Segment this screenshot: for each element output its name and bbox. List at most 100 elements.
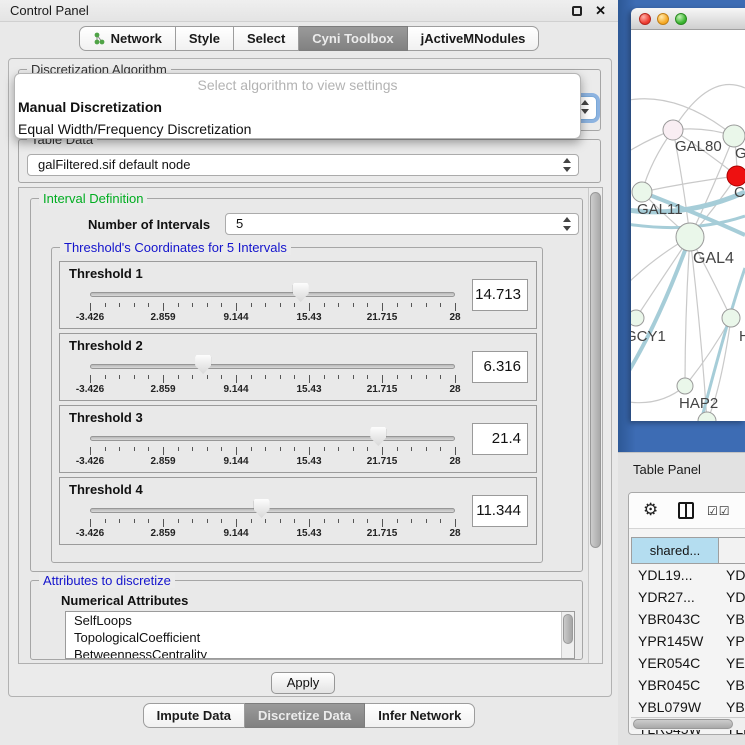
network-node-gcy1[interactable] bbox=[631, 310, 644, 326]
dropdown-item-manual-discretization[interactable]: Manual Discretization bbox=[15, 96, 580, 118]
table-row[interactable]: YDL19...YDL1 bbox=[631, 564, 745, 586]
node-table: shared...naYDL19...YDL1YDR27...YDR2YBR04… bbox=[631, 537, 745, 735]
network-edge bbox=[685, 318, 731, 386]
column-header[interactable]: na bbox=[719, 537, 745, 564]
cyni-toolbox-panel: Discretization Algorithm Select algorith… bbox=[8, 58, 612, 697]
tab-infer-network[interactable]: Infer Network bbox=[365, 703, 475, 728]
node-label: GCY1 bbox=[631, 328, 666, 345]
column-header[interactable]: shared... bbox=[631, 537, 719, 564]
close-icon[interactable]: ✕ bbox=[595, 2, 606, 20]
network-node-ga[interactable] bbox=[723, 125, 745, 147]
dropdown-item-equal-width[interactable]: Equal Width/Frequency Discretization bbox=[15, 118, 580, 140]
table-panel-titlebar: Table Panel bbox=[618, 452, 745, 487]
tab-cyni-toolbox[interactable]: Cyni Toolbox bbox=[299, 26, 407, 51]
numerical-attributes-label: Numerical Attributes bbox=[61, 593, 188, 608]
attribute-list-item[interactable]: TopologicalCoefficient bbox=[66, 629, 574, 646]
threshold-slider-handle[interactable] bbox=[293, 283, 309, 302]
horizontal-scrollbar[interactable] bbox=[631, 717, 745, 730]
table-cell: YER0 bbox=[719, 652, 745, 674]
tab-impute-data[interactable]: Impute Data bbox=[143, 703, 245, 728]
threshold-value-field[interactable]: 14.713 bbox=[472, 279, 528, 311]
table-row[interactable]: YER054CYER0 bbox=[631, 652, 745, 674]
window-zoom-icon[interactable] bbox=[675, 13, 687, 25]
node-label: GAL80 bbox=[675, 138, 722, 155]
threshold-rows: Threshold 1-3.4262.8599.14415.4321.71528… bbox=[52, 261, 542, 549]
select-columns-checkbox-icons[interactable]: ☑☑ bbox=[707, 504, 731, 518]
node-label: GA bbox=[735, 145, 745, 162]
table-row[interactable]: YBR043CYBR0 bbox=[631, 608, 745, 630]
threshold-label: Threshold 4 bbox=[69, 482, 143, 497]
control-panel-titlebar: Control Panel ✕ bbox=[0, 0, 618, 22]
control-panel-title: Control Panel bbox=[10, 0, 89, 22]
thresholds-group: Threshold's Coordinates for 5 Intervals … bbox=[51, 247, 543, 563]
number-of-intervals-combobox[interactable]: 5 bbox=[225, 213, 579, 235]
tab-style[interactable]: Style bbox=[176, 26, 234, 51]
threshold-slider-handle[interactable] bbox=[195, 355, 211, 374]
attributes-scrollbar-thumb[interactable] bbox=[563, 614, 573, 644]
slider-tick-labels: -3.4262.8599.14415.4321.71528 bbox=[90, 312, 455, 324]
table-row[interactable]: YBR045CYBR0 bbox=[631, 674, 745, 696]
network-canvas[interactable]: GAL80GACGAL11GAL4GCY1HHAP2 bbox=[631, 30, 745, 421]
tab-label: jActiveMNodules bbox=[421, 27, 526, 50]
horizontal-scrollbar-thumb[interactable] bbox=[633, 719, 733, 729]
split-columns-icon[interactable] bbox=[678, 502, 694, 519]
threshold-value-field[interactable]: 21.4 bbox=[472, 423, 528, 455]
network-node-gal11[interactable] bbox=[632, 182, 652, 202]
table-cell: YBR0 bbox=[719, 608, 745, 630]
table-data-combobox[interactable]: galFiltered.sif default node bbox=[27, 154, 579, 176]
network-node-gal80[interactable] bbox=[663, 120, 683, 140]
dropdown-hint-item: Select algorithm to view settings bbox=[15, 74, 580, 96]
tab-discretize-data[interactable]: Discretize Data bbox=[245, 703, 365, 728]
tick-label: 9.144 bbox=[223, 384, 248, 395]
tab-label: Cyni Toolbox bbox=[312, 27, 393, 50]
tick-label: 28 bbox=[449, 384, 460, 395]
vertical-scrollbar[interactable] bbox=[588, 188, 602, 663]
threshold-value-field[interactable]: 6.316 bbox=[472, 351, 528, 383]
table-row[interactable]: YPR145WYPR1 bbox=[631, 630, 745, 652]
threshold-slider-track[interactable] bbox=[90, 508, 455, 513]
table-cell: YPR145W bbox=[631, 630, 719, 652]
threshold-slider-track[interactable] bbox=[90, 436, 455, 441]
attributes-scrollbar[interactable] bbox=[561, 612, 574, 658]
attributes-group-title: Attributes to discretize bbox=[39, 573, 175, 588]
tab-label: Select bbox=[247, 27, 285, 50]
threshold-value-field[interactable]: 11.344 bbox=[472, 495, 528, 527]
network-node-c[interactable] bbox=[727, 166, 745, 186]
network-edge bbox=[673, 85, 745, 130]
tab-network[interactable]: Network bbox=[79, 26, 176, 51]
interval-definition-title: Interval Definition bbox=[39, 191, 147, 206]
slider-ticks bbox=[90, 303, 455, 311]
slider-tick-labels: -3.4262.8599.14415.4321.71528 bbox=[90, 528, 455, 540]
combo-stepper-icon bbox=[580, 100, 589, 114]
threshold-slider-track[interactable] bbox=[90, 292, 455, 297]
threshold-3-panel: Threshold 3-3.4262.8599.14415.4321.71528… bbox=[59, 405, 537, 473]
table-row[interactable]: YDR27...YDR2 bbox=[631, 586, 745, 608]
attribute-list-item[interactable]: BetweennessCentrality bbox=[66, 646, 574, 659]
threshold-slider-handle[interactable] bbox=[254, 499, 270, 518]
network-node-hap2[interactable] bbox=[677, 378, 693, 394]
network-icon bbox=[93, 32, 106, 45]
tab-label: Discretize Data bbox=[258, 704, 351, 727]
table-row[interactable]: YBL079WYBL0 bbox=[631, 696, 745, 718]
apply-button[interactable]: Apply bbox=[271, 672, 335, 694]
threshold-slider-track[interactable] bbox=[90, 364, 455, 369]
network-node-gal4[interactable] bbox=[676, 223, 704, 251]
numerical-attributes-list[interactable]: SelfLoopsTopologicalCoefficientBetweenne… bbox=[65, 611, 575, 659]
window-close-icon[interactable] bbox=[639, 13, 651, 25]
tab-jactivemnodules[interactable]: jActiveMNodules bbox=[408, 26, 540, 51]
network-node-h[interactable] bbox=[722, 309, 740, 327]
table-cell: YDR27... bbox=[631, 586, 719, 608]
attribute-list-item[interactable]: SelfLoops bbox=[66, 612, 574, 629]
vertical-scrollbar-thumb[interactable] bbox=[590, 192, 601, 548]
tab-select[interactable]: Select bbox=[234, 26, 299, 51]
bottom-tab-bar: Impute Data Discretize Data Infer Network bbox=[0, 703, 618, 728]
tick-label: 28 bbox=[449, 312, 460, 323]
network-node[interactable] bbox=[698, 412, 716, 421]
tab-label: Impute Data bbox=[157, 704, 231, 727]
float-window-icon[interactable] bbox=[572, 6, 582, 16]
table-data-group: Table Data galFiltered.sif default node bbox=[18, 139, 601, 183]
threshold-slider-handle[interactable] bbox=[370, 427, 386, 446]
window-minimize-icon[interactable] bbox=[657, 13, 669, 25]
gear-icon[interactable]: ⚙ bbox=[643, 500, 658, 520]
threshold-label: Threshold 3 bbox=[69, 410, 143, 425]
